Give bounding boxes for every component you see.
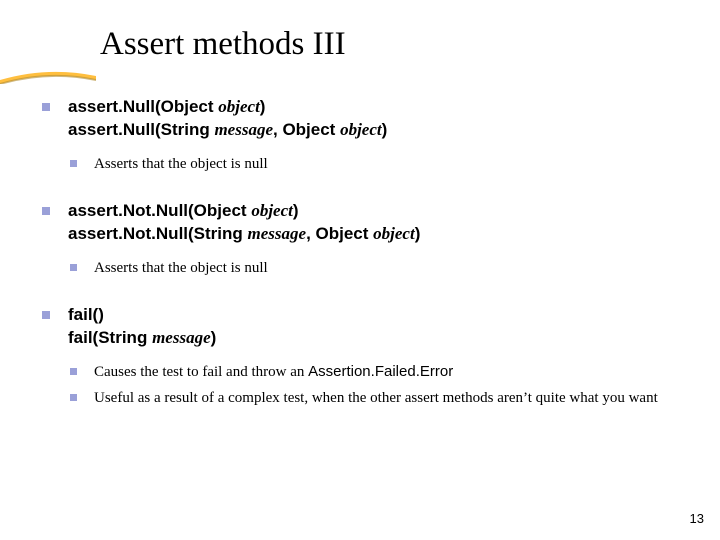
slide-body: assert.Null(Object object)assert.Null(St…	[42, 96, 690, 413]
square-bullet-icon	[42, 311, 50, 319]
text-segment: )	[260, 97, 266, 116]
bullet-level-1: assert.Null(Object object)assert.Null(St…	[42, 96, 690, 142]
bullet-level-1: fail() fail(String message)	[42, 304, 690, 350]
square-bullet-icon	[70, 160, 77, 167]
text-segment: Null(Object	[123, 97, 218, 116]
text-segment: Asserts that the object is null	[94, 156, 268, 172]
text-segment: fail()	[68, 305, 104, 324]
text-segment: assert	[68, 97, 118, 116]
signature-line-1: fail()	[68, 304, 690, 327]
signature-line-2: fail(String message)	[68, 327, 690, 350]
text-segment: fail(String	[68, 328, 152, 347]
text-segment: Error	[420, 363, 453, 380]
text-segment: assert	[68, 120, 118, 139]
text-segment: object	[340, 120, 382, 139]
slide-title: Assert methods III	[100, 26, 346, 63]
text-segment: )	[382, 120, 388, 139]
bullet-level-2: Useful as a result of a complex test, wh…	[42, 388, 690, 408]
signature-line-1: assert.Null(Object object)	[68, 96, 690, 119]
text-segment: Not	[123, 224, 151, 243]
square-bullet-icon	[42, 207, 50, 215]
text-segment: object	[373, 224, 415, 243]
text-segment: message	[248, 224, 307, 243]
text-segment: Not	[123, 201, 151, 220]
page-number: 13	[690, 511, 704, 526]
text-segment: )	[415, 224, 421, 243]
text-segment: Asserts that the object is null	[94, 260, 268, 276]
text-segment: Null(Object	[156, 201, 251, 220]
text-segment: Null(String	[123, 120, 215, 139]
text-segment: )	[293, 201, 299, 220]
text-segment: , Object	[306, 224, 373, 243]
text-segment: Useful as a result of a complex test, wh…	[94, 390, 658, 406]
title-swoosh-icon	[0, 70, 96, 78]
bullet-level-2: Asserts that the object is null	[42, 154, 690, 174]
text-segment: message	[152, 328, 211, 347]
square-bullet-icon	[70, 264, 77, 271]
bullet-level-2: Asserts that the object is null	[42, 258, 690, 278]
text-segment: assert	[68, 201, 118, 220]
text-segment: object	[218, 97, 260, 116]
signature-line-2: assert.Null(String message, Object objec…	[68, 119, 690, 142]
text-segment: , Object	[273, 120, 340, 139]
square-bullet-icon	[42, 103, 50, 111]
signature-line-2: assert.Not.Null(String message, Object o…	[68, 223, 690, 246]
text-segment: Failed	[375, 363, 416, 380]
spacer	[42, 178, 690, 200]
signature-line-1: assert.Not.Null(Object object)	[68, 200, 690, 223]
text-segment: Causes the test to fail and throw an	[94, 364, 308, 380]
text-segment: message	[214, 120, 273, 139]
text-segment: Null(String	[156, 224, 248, 243]
text-segment: object	[251, 201, 293, 220]
bullet-level-2: Causes the test to fail and throw an Ass…	[42, 362, 690, 382]
square-bullet-icon	[70, 394, 77, 401]
bullet-level-1: assert.Not.Null(Object object)assert.Not…	[42, 200, 690, 246]
spacer	[42, 282, 690, 304]
text-segment: assert	[68, 224, 118, 243]
square-bullet-icon	[70, 368, 77, 375]
text-segment: Assertion	[308, 363, 371, 380]
text-segment: )	[211, 328, 217, 347]
